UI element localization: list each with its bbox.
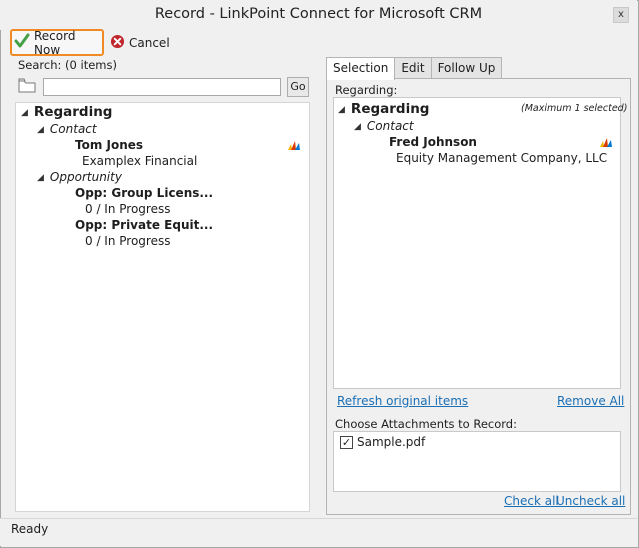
max-selected-note: (Maximum 1 selected) bbox=[521, 103, 628, 114]
expand-triangle-icon[interactable]: ◢ bbox=[21, 108, 28, 118]
remove-all-link[interactable]: Remove All bbox=[557, 394, 624, 408]
expand-triangle-icon[interactable]: ◢ bbox=[37, 125, 44, 135]
expand-triangle-icon[interactable]: ◢ bbox=[338, 105, 345, 115]
record-now-label: Record Now bbox=[34, 28, 76, 57]
title-bar: Record - LinkPoint Connect for Microsoft… bbox=[0, 0, 637, 30]
expand-triangle-icon[interactable]: ◢ bbox=[37, 173, 44, 183]
regarding-selection-tree[interactable] bbox=[333, 97, 621, 389]
tree-item-title[interactable]: Opp: Private Equit... bbox=[75, 218, 213, 232]
tree-group-contact[interactable]: ◢ Contact bbox=[37, 122, 97, 136]
attachment-checkbox[interactable]: ✓ bbox=[340, 436, 353, 449]
checkmark-icon bbox=[14, 33, 30, 52]
dynamics-crm-icon bbox=[287, 139, 301, 154]
regarding-label: Regarding: bbox=[335, 83, 398, 97]
check-all-link[interactable]: Check all bbox=[504, 494, 559, 508]
cancel-icon bbox=[110, 34, 125, 52]
selection-root-regarding[interactable]: ◢ Regarding bbox=[338, 101, 429, 117]
dynamics-crm-icon bbox=[599, 136, 613, 151]
cancel-label: Cancel bbox=[129, 36, 170, 50]
tree-item-title[interactable]: Tom Jones bbox=[75, 138, 143, 152]
tree-item-subtitle: 0 / In Progress bbox=[85, 234, 171, 248]
expand-triangle-icon[interactable]: ◢ bbox=[354, 122, 361, 132]
selection-item-subtitle: Equity Management Company, LLC bbox=[396, 151, 608, 165]
folder-icon[interactable] bbox=[18, 78, 36, 96]
attachments-label: Choose Attachments to Record: bbox=[335, 417, 517, 431]
uncheck-all-link[interactable]: Uncheck all bbox=[556, 494, 625, 508]
search-label: Search: (0 items) bbox=[18, 58, 117, 72]
tree-item-subtitle: 0 / In Progress bbox=[85, 202, 171, 216]
status-text: Ready bbox=[11, 522, 49, 536]
tree-item-title[interactable]: Opp: Group Licens... bbox=[75, 186, 213, 200]
tree-item-subtitle: Examplex Financial bbox=[82, 154, 198, 168]
window-title: Record - LinkPoint Connect for Microsoft… bbox=[154, 6, 483, 22]
cancel-button[interactable]: Cancel bbox=[110, 31, 170, 55]
go-button[interactable]: Go bbox=[287, 77, 309, 97]
record-now-button[interactable]: Record Now bbox=[10, 28, 104, 57]
tab-edit[interactable]: Edit bbox=[394, 57, 432, 79]
search-input[interactable] bbox=[43, 78, 281, 96]
tab-follow-up[interactable]: Follow Up bbox=[430, 57, 503, 79]
tree-root-regarding[interactable]: ◢ Regarding bbox=[21, 104, 112, 120]
selection-item-title[interactable]: Fred Johnson bbox=[389, 135, 477, 149]
selection-group-contact[interactable]: ◢ Contact bbox=[354, 119, 414, 133]
tab-selection[interactable]: Selection bbox=[326, 57, 396, 80]
attachment-item-name: Sample.pdf bbox=[357, 435, 426, 449]
tab-strip: Selection Edit Follow Up bbox=[326, 57, 503, 80]
tree-group-opportunity[interactable]: ◢ Opportunity bbox=[37, 170, 122, 184]
status-bar bbox=[0, 518, 637, 546]
close-button[interactable]: x bbox=[613, 7, 629, 23]
refresh-original-items-link[interactable]: Refresh original items bbox=[337, 394, 468, 408]
